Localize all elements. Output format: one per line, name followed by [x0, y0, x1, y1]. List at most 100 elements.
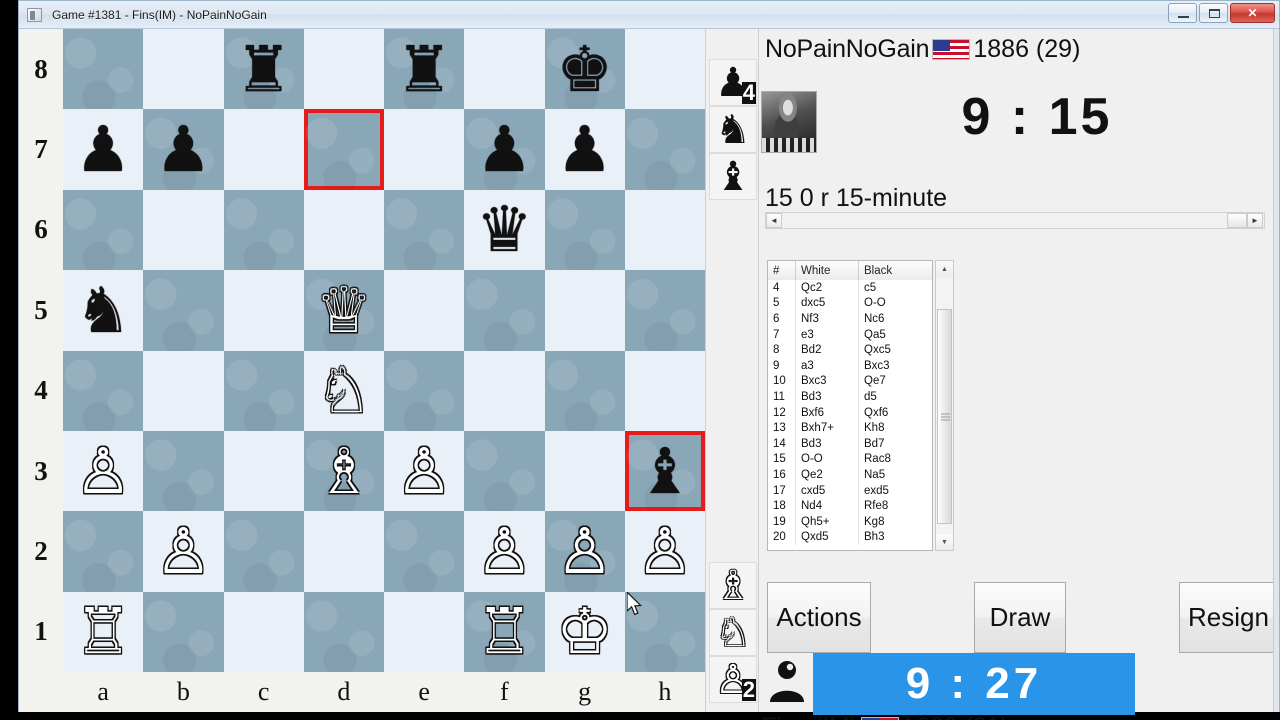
black-knight[interactable]: ♞	[63, 270, 143, 350]
square-a4[interactable]	[63, 350, 144, 431]
black-move[interactable]: d5	[859, 389, 929, 405]
black-move[interactable]: Bxc3	[859, 358, 929, 374]
white-king[interactable]: ♔	[545, 592, 625, 672]
black-rook[interactable]: ♜	[384, 29, 464, 109]
move-row[interactable]: 10 Bxc3 Qe7	[768, 373, 932, 390]
minimize-button[interactable]	[1168, 3, 1197, 23]
hscroll-thumb[interactable]	[1227, 213, 1247, 228]
white-move[interactable]: Bd3	[796, 435, 859, 452]
scroll-up-icon[interactable]: ▲	[936, 261, 953, 277]
square-c2[interactable]	[223, 511, 304, 592]
square-h5[interactable]	[624, 270, 705, 351]
square-e6[interactable]	[384, 189, 465, 271]
square-h7[interactable]	[624, 109, 705, 190]
square-c7[interactable]	[223, 109, 304, 190]
actions-button[interactable]: Actions	[767, 582, 871, 653]
white-pawn[interactable]: ♙	[625, 511, 705, 591]
square-f7[interactable]: ♟	[464, 109, 545, 190]
square-d1[interactable]	[303, 591, 384, 672]
move-row[interactable]: 19 Qh5+ Kg8	[768, 513, 932, 530]
white-move[interactable]: Bxh7+	[796, 420, 859, 436]
square-e4[interactable]	[384, 350, 465, 431]
white-move[interactable]: Bxc3	[796, 373, 859, 390]
black-move[interactable]: c5	[859, 280, 929, 296]
white-move[interactable]: Nf3	[796, 311, 859, 327]
black-pawn[interactable]: ♟	[545, 109, 625, 189]
black-move[interactable]: Qa5	[859, 327, 929, 343]
close-button[interactable]: ✕	[1230, 3, 1275, 23]
white-move[interactable]: Qe2	[796, 467, 859, 483]
square-f4[interactable]	[464, 350, 545, 431]
square-a3[interactable]: ♙	[63, 430, 144, 512]
move-row[interactable]: 14 Bd3 Bd7	[768, 435, 932, 452]
square-e2[interactable]	[384, 511, 465, 592]
square-g4[interactable]	[544, 350, 625, 431]
white-queen[interactable]: ♕	[304, 270, 384, 350]
square-f3[interactable]	[464, 430, 545, 512]
square-a7[interactable]: ♟	[63, 109, 144, 190]
square-e8[interactable]: ♜	[384, 29, 465, 110]
white-bishop[interactable]: ♗	[304, 431, 384, 511]
black-move[interactable]: Rfe8	[859, 498, 929, 514]
black-pawn[interactable]: ♟	[143, 109, 223, 189]
square-e5[interactable]	[384, 270, 465, 351]
vscroll-thumb[interactable]	[937, 309, 952, 524]
square-e1[interactable]	[384, 591, 465, 672]
square-g8[interactable]: ♚	[544, 29, 625, 110]
scroll-left-icon[interactable]: ◄	[766, 213, 782, 228]
black-move[interactable]: Na5	[859, 467, 929, 483]
square-h4[interactable]	[624, 350, 705, 431]
white-move[interactable]: Bd2	[796, 342, 859, 358]
move-list-scrollbar[interactable]: ▲ ▼	[935, 260, 954, 551]
draw-button[interactable]: Draw	[974, 582, 1066, 653]
square-c5[interactable]	[223, 270, 304, 351]
square-b6[interactable]	[143, 189, 224, 271]
square-e7[interactable]	[384, 109, 465, 190]
square-c3[interactable]	[223, 430, 304, 512]
black-queen[interactable]: ♛	[464, 190, 544, 270]
square-a1[interactable]: ♖	[63, 591, 144, 672]
black-bishop[interactable]: ♝	[625, 431, 705, 511]
white-move[interactable]: cxd5	[796, 482, 859, 499]
square-f1[interactable]: ♖	[464, 591, 545, 672]
move-row[interactable]: 16 Qe2 Na5	[768, 467, 932, 483]
maximize-button[interactable]	[1199, 3, 1228, 23]
white-move[interactable]: O-O	[796, 451, 859, 468]
white-move[interactable]: dxc5	[796, 295, 859, 312]
square-a8[interactable]	[63, 29, 144, 110]
square-f8[interactable]	[464, 29, 545, 110]
square-a2[interactable]	[63, 511, 144, 592]
black-king[interactable]: ♚	[545, 29, 625, 109]
move-row[interactable]: 15 O-O Rac8	[768, 451, 932, 468]
white-move[interactable]: Qc2	[796, 280, 859, 296]
white-move[interactable]: a3	[796, 357, 859, 374]
white-move[interactable]: Qxd5	[796, 529, 859, 546]
square-b1[interactable]	[143, 591, 224, 672]
white-rook[interactable]: ♖	[464, 592, 544, 672]
white-move[interactable]: Nd4	[796, 498, 859, 514]
black-rook[interactable]: ♜	[224, 29, 304, 109]
move-row[interactable]: 9 a3 Bxc3	[768, 357, 932, 374]
white-move[interactable]: Bd3	[796, 389, 859, 405]
black-move[interactable]: Nc6	[859, 311, 929, 327]
black-move[interactable]: O-O	[859, 296, 929, 312]
square-d6[interactable]	[303, 189, 384, 271]
move-row[interactable]: 12 Bxf6 Qxf6	[768, 404, 932, 421]
white-move[interactable]: Qh5+	[796, 513, 859, 530]
black-move[interactable]: Qxc5	[859, 342, 929, 358]
square-g2[interactable]: ♙	[544, 511, 625, 592]
chess-board[interactable]: ♜ ♜ ♚ ♟ ♟ ♟ ♟ ♛ ♞ ♕ ♘ ♙ ♗ ♙ ♝ ♙ ♙ ♙ ♙ ♖ ♖ ♔	[63, 29, 705, 672]
square-d3[interactable]: ♗	[303, 430, 384, 512]
square-g1[interactable]: ♔	[544, 591, 625, 672]
move-row[interactable]: 4 Qc2 c5	[768, 280, 932, 296]
move-row[interactable]: 20 Qxd5 Bh3	[768, 529, 932, 546]
square-b5[interactable]	[143, 270, 224, 351]
black-move[interactable]: Kh8	[859, 420, 929, 436]
black-move[interactable]: Qxf6	[859, 405, 929, 421]
square-h6[interactable]	[624, 189, 705, 271]
square-g7[interactable]: ♟	[544, 109, 625, 190]
move-row[interactable]: 7 e3 Qa5	[768, 326, 932, 343]
black-move[interactable]: exd5	[859, 483, 929, 499]
square-h2[interactable]: ♙	[624, 511, 705, 592]
square-f2[interactable]: ♙	[464, 511, 545, 592]
